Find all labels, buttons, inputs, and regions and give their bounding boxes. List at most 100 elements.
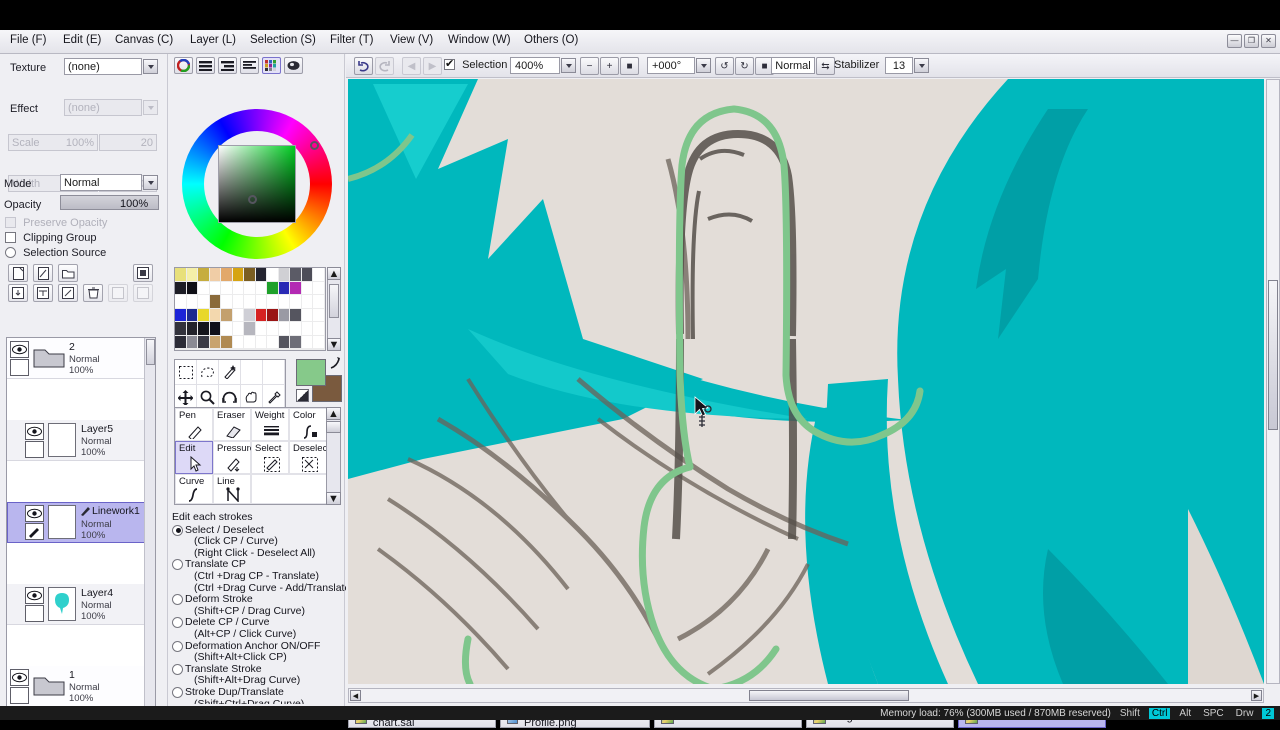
gradient-tab[interactable]	[240, 57, 259, 74]
option-translate-cp-radio[interactable]	[172, 559, 183, 571]
layer-row-linework1[interactable]: Linework1 Normal 100%	[7, 502, 155, 543]
stabilizer-value-field[interactable]: 13	[885, 57, 913, 74]
swap-colors-icon[interactable]	[328, 356, 342, 370]
rotate-ccw-button[interactable]: ↺	[715, 57, 734, 75]
linework-tool-scrollbar[interactable]: ▲ ▼	[326, 407, 341, 505]
color-swatch[interactable]	[186, 268, 199, 282]
color-swatch[interactable]	[301, 295, 314, 309]
color-swatch[interactable]	[278, 335, 291, 349]
color-swatch[interactable]	[278, 295, 291, 309]
color-swatch[interactable]	[301, 268, 314, 282]
layer-edit-indicator[interactable]	[25, 523, 44, 540]
color-swatch[interactable]	[186, 322, 199, 336]
color-swatch[interactable]	[267, 268, 279, 282]
tool-select[interactable]: Select	[251, 441, 289, 474]
clear-layer-icon[interactable]	[58, 284, 78, 302]
texture-dropdown-icon[interactable]	[143, 59, 158, 74]
color-swatch[interactable]	[186, 281, 199, 295]
color-swatch[interactable]	[232, 349, 245, 350]
sv-cursor[interactable]	[248, 195, 257, 204]
color-swatch[interactable]	[278, 322, 291, 336]
color-swatch[interactable]	[175, 268, 187, 282]
tool-pressure[interactable]: Pressure	[213, 441, 255, 474]
color-swatch[interactable]	[186, 335, 199, 349]
color-swatch[interactable]	[244, 268, 256, 282]
color-swatch[interactable]	[267, 349, 279, 350]
color-swatch[interactable]	[198, 308, 210, 322]
color-swatch[interactable]	[301, 322, 314, 336]
canvas-scroll-right-icon[interactable]: ▶	[1251, 690, 1262, 701]
layer-lock-toggle[interactable]	[25, 605, 44, 622]
zoom-dropdown-icon[interactable]	[561, 58, 576, 73]
zoom-out-button[interactable]: −	[580, 57, 599, 75]
swatches-tab[interactable]	[262, 57, 281, 74]
color-swatch[interactable]	[278, 268, 291, 282]
layer-list[interactable]: 2 Normal 100% Layer5 Normal 100% Linewor…	[6, 337, 156, 717]
color-swatch[interactable]	[301, 308, 314, 322]
color-swatch[interactable]	[221, 322, 233, 336]
color-swatch[interactable]	[209, 268, 222, 282]
canvas-scroll-left-icon[interactable]: ◀	[350, 690, 361, 701]
option-stroke-dup-translate-radio[interactable]	[172, 686, 183, 698]
rotate-cw-button[interactable]: ↻	[735, 57, 754, 75]
color-swatch[interactable]	[244, 349, 256, 350]
color-swatch[interactable]	[175, 349, 187, 350]
color-swatch[interactable]	[255, 308, 268, 322]
color-swatch[interactable]	[221, 268, 233, 282]
color-swatch[interactable]	[209, 295, 222, 309]
canvas-vertical-scroll-thumb[interactable]	[1268, 280, 1278, 430]
layer-row-layer5[interactable]: Layer5 Normal 100%	[7, 420, 155, 461]
artwork[interactable]	[348, 79, 1264, 684]
hsv-sliders-tab[interactable]	[218, 57, 237, 74]
layer-row-2[interactable]: 2 Normal 100%	[7, 338, 155, 379]
rotate-dropdown-icon[interactable]	[696, 58, 711, 73]
swatch-scroll-up-icon[interactable]: ▲	[327, 267, 341, 280]
color-swatch[interactable]	[209, 322, 222, 336]
color-swatch[interactable]	[255, 349, 268, 350]
color-swatch[interactable]	[221, 349, 233, 350]
swatch-scroll-down-icon[interactable]: ▼	[327, 338, 341, 351]
foreground-background-colors[interactable]	[296, 356, 342, 407]
color-swatch[interactable]	[290, 349, 302, 350]
color-swatch[interactable]	[186, 308, 199, 322]
new-folder-icon[interactable]	[58, 264, 78, 282]
color-swatch[interactable]	[290, 335, 302, 349]
clipping-group-checkbox[interactable]: Clipping Group	[5, 232, 96, 244]
layer-list-scroll-thumb[interactable]	[146, 339, 155, 365]
color-swatch[interactable]	[313, 295, 325, 309]
reset-colors-icon[interactable]	[296, 389, 309, 402]
color-swatch[interactable]	[313, 268, 325, 282]
canvas-viewport[interactable]	[348, 79, 1264, 684]
color-swatch[interactable]	[186, 295, 199, 309]
color-swatch[interactable]	[301, 281, 314, 295]
saturation-value-square[interactable]	[218, 145, 296, 223]
delete-layer-icon[interactable]	[83, 284, 103, 302]
color-swatch[interactable]	[255, 268, 268, 282]
layer-visibility-toggle[interactable]	[10, 669, 29, 686]
color-swatch[interactable]	[232, 322, 245, 336]
color-swatch[interactable]	[267, 308, 279, 322]
color-swatch[interactable]	[255, 322, 268, 336]
layer-row-1[interactable]: 1 Normal 100%	[7, 666, 155, 707]
tool-curve[interactable]: Curve	[175, 474, 213, 504]
magic-wand-icon[interactable]	[219, 360, 241, 385]
color-swatch[interactable]	[209, 281, 222, 295]
color-swatch[interactable]	[255, 335, 268, 349]
canvas-horizontal-scrollbar[interactable]: ◀ ▶	[348, 688, 1264, 703]
menu-view[interactable]: View (V)	[390, 34, 433, 46]
color-swatch[interactable]	[278, 308, 291, 322]
selection-checkbox[interactable]	[444, 57, 455, 70]
blend-mode-select[interactable]: Normal	[60, 174, 142, 191]
option-delete-cp-curve-radio[interactable]	[172, 617, 183, 629]
linework-tool-grid[interactable]: Pen Eraser Weight Color Edit Pressure Se…	[174, 407, 330, 505]
rect-select-icon[interactable]	[175, 360, 197, 385]
flip-horizontal-button[interactable]: ⇆	[816, 57, 835, 75]
selection-toggle[interactable]: Selection	[444, 57, 507, 71]
merge-down-icon[interactable]	[8, 284, 28, 302]
color-swatch[interactable]	[267, 281, 279, 295]
rgb-sliders-tab[interactable]	[196, 57, 215, 74]
stabilizer-dropdown-icon[interactable]	[914, 58, 929, 73]
tool-pen[interactable]: Pen	[175, 408, 213, 441]
canvas-vertical-scrollbar[interactable]	[1266, 79, 1280, 684]
color-swatch[interactable]	[244, 308, 256, 322]
